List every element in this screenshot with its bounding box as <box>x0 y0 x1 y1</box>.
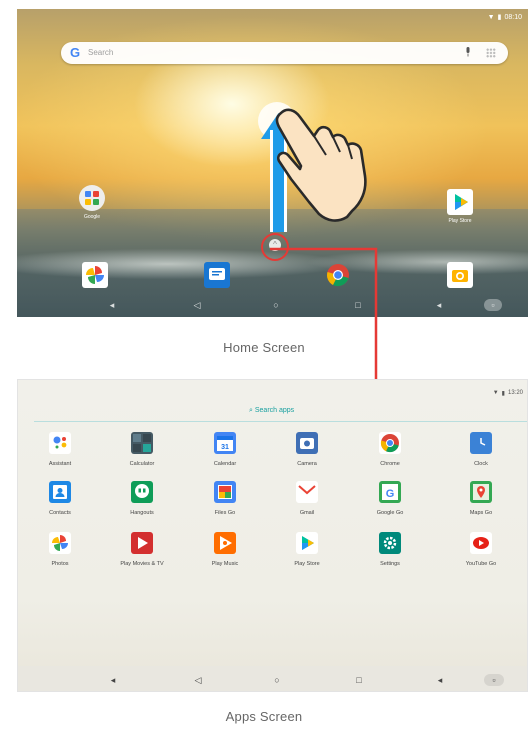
play-movies-icon <box>131 532 153 554</box>
battery-icon: ▮ <box>501 391 505 397</box>
photos-icon <box>49 532 71 554</box>
app-maps-go[interactable]: Maps Go <box>441 481 521 516</box>
chrome-icon <box>379 432 401 454</box>
app-label: Calculator <box>129 461 155 467</box>
app-label: Contacts <box>49 510 71 516</box>
volume-down-icon[interactable]: ◂ <box>107 674 119 686</box>
svg-text:G: G <box>386 488 395 500</box>
app-clock[interactable]: Clock <box>441 432 521 467</box>
page: ▼ ▮ 08:10 G Search Google Play Store ^ ◂… <box>0 0 528 731</box>
contacts-icon <box>49 481 71 503</box>
app-label: Photos <box>51 561 69 567</box>
search-apps-field[interactable]: ⌕ Search apps <box>249 407 294 415</box>
app-photos[interactable]: Photos <box>20 532 100 567</box>
gmail-icon <box>296 481 318 503</box>
camera-icon <box>296 432 318 454</box>
play-music-icon <box>214 532 236 554</box>
app-settings[interactable]: Settings <box>350 532 430 567</box>
assistant-icon <box>49 432 71 454</box>
google-go-icon: G <box>379 481 401 503</box>
app-contacts[interactable]: Contacts <box>20 481 100 516</box>
app-files-go[interactable]: Files Go <box>185 481 265 516</box>
app-label: Gmail <box>299 510 315 516</box>
search-icon: ⌕ <box>249 407 253 414</box>
app-label: Hangouts <box>130 510 154 516</box>
app-label: Google Go <box>376 510 404 516</box>
apps-status-time: 13:20 <box>507 390 523 396</box>
app-camera[interactable]: Camera <box>267 432 347 467</box>
back-icon[interactable]: ◁ <box>192 674 204 686</box>
app-label: Files Go <box>214 510 236 516</box>
app-label: Play Music <box>211 561 239 567</box>
apps-status-bar: ▼ ▮ 13:20 <box>493 390 523 397</box>
apps-screen: ▼ ▮ 13:20 ⌕ Search apps Assistant Calcula… <box>17 379 528 692</box>
app-label: Play Store <box>294 561 320 567</box>
calendar-icon: 31 <box>214 432 236 454</box>
screenshot-icon[interactable]: ▫ <box>484 674 504 686</box>
volume-up-icon[interactable]: ◂ <box>434 674 446 686</box>
search-underline <box>34 421 527 422</box>
app-label: Clock <box>474 461 488 467</box>
app-calculator[interactable]: Calculator <box>102 432 182 467</box>
recents-icon[interactable]: □ <box>353 674 365 686</box>
app-gmail[interactable]: Gmail <box>267 481 347 516</box>
app-google-go[interactable]: G Google Go <box>350 481 430 516</box>
settings-icon <box>379 532 401 554</box>
app-label: Chrome <box>380 461 400 467</box>
app-play-movies[interactable]: Play Movies & TV <box>102 532 182 567</box>
home-screen-caption: Home Screen <box>223 340 305 355</box>
home-icon[interactable]: ○ <box>271 674 283 686</box>
youtube-go-icon <box>470 532 492 554</box>
play-store-icon <box>296 532 318 554</box>
app-calendar[interactable]: 31 Calendar <box>185 432 265 467</box>
app-label: Play Movies & TV <box>120 561 164 567</box>
svg-text:31: 31 <box>221 444 229 451</box>
calculator-icon <box>131 432 153 454</box>
clock-icon <box>470 432 492 454</box>
app-label: Camera <box>297 461 317 467</box>
maps-go-icon <box>470 481 492 503</box>
app-assistant[interactable]: Assistant <box>20 432 100 467</box>
app-chrome[interactable]: Chrome <box>350 432 430 467</box>
apps-navigation-bar: ◂ ◁ ○ □ ◂ ▫ <box>18 666 527 691</box>
files-go-icon <box>214 481 236 503</box>
app-label: Settings <box>380 561 400 567</box>
apps-screen-caption: Apps Screen <box>225 709 303 724</box>
app-label: Assistant <box>48 461 72 467</box>
search-apps-label: Search apps <box>254 407 295 414</box>
wifi-icon: ▼ <box>492 390 499 396</box>
app-play-store[interactable]: Play Store <box>267 532 347 567</box>
app-label: Maps Go <box>469 510 493 516</box>
app-youtube-go[interactable]: YouTube Go <box>441 532 521 567</box>
hangouts-icon <box>131 481 153 503</box>
app-label: Calendar <box>213 461 237 467</box>
app-label: YouTube Go <box>465 561 497 567</box>
app-hangouts[interactable]: Hangouts <box>102 481 182 516</box>
app-play-music[interactable]: Play Music <box>185 532 265 567</box>
